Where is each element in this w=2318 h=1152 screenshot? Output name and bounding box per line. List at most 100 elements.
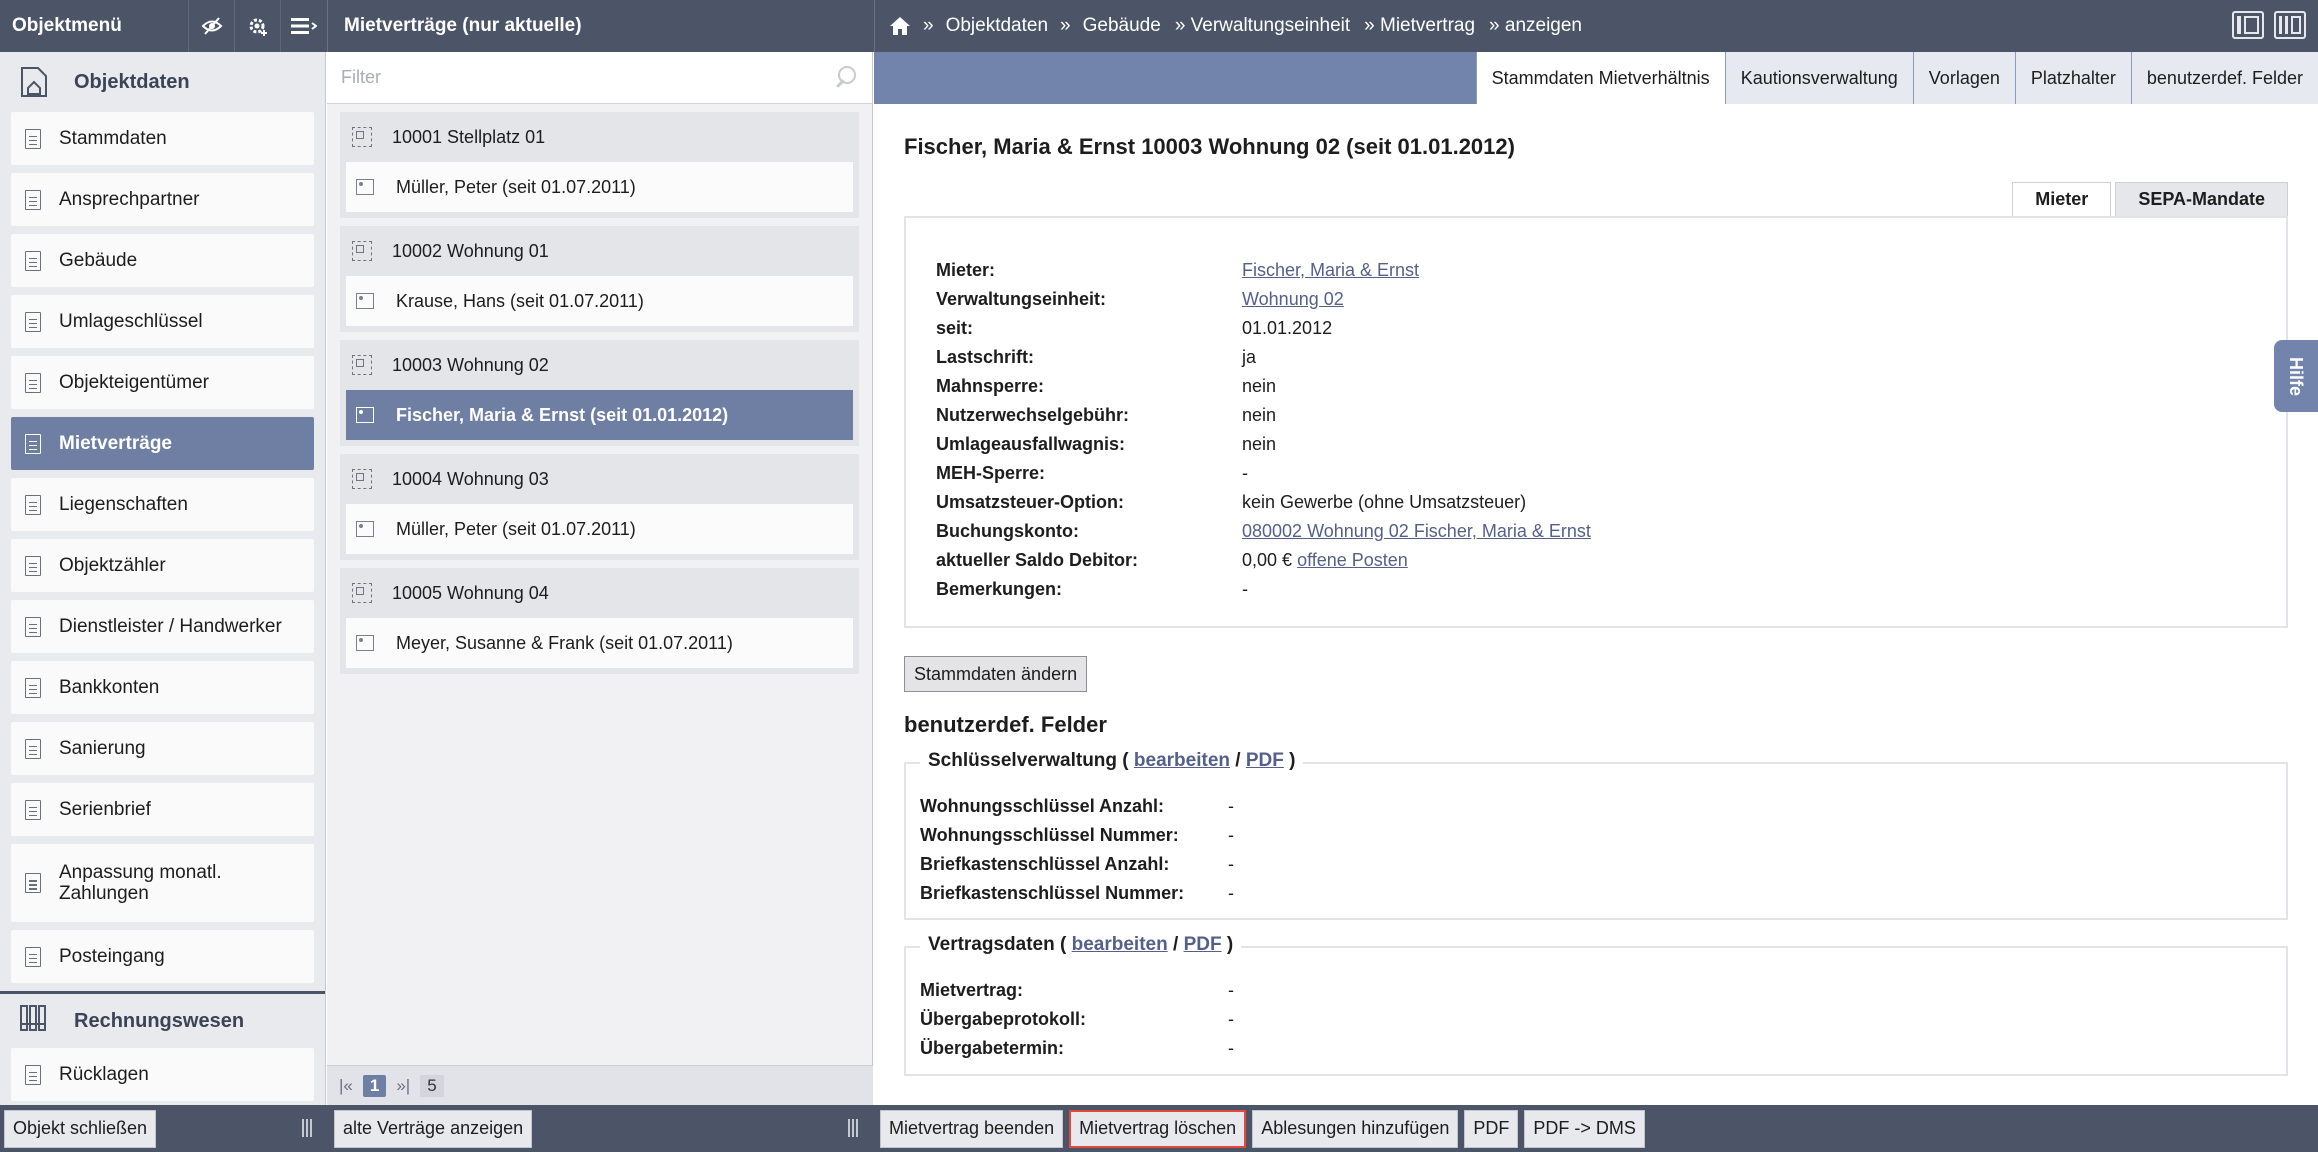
pdf-keys-link[interactable]: PDF <box>1246 750 1284 771</box>
resize-handle-icon[interactable] <box>848 1119 862 1137</box>
edit-keys-link[interactable]: bearbeiten <box>1134 750 1230 771</box>
sidebar-item-dienstleister[interactable]: Dienstleister / Handwerker <box>11 600 314 653</box>
edit-master-data-button[interactable]: Stammdaten ändern <box>904 656 1088 692</box>
unit-row[interactable]: 10004 Wohnung 03 <box>340 454 859 504</box>
help-tab[interactable]: Hilfe <box>2274 340 2318 412</box>
detail-row-verwaltungseinheit: Verwaltungseinheit: Wohnung 02 <box>936 289 1344 309</box>
eye-slash-icon[interactable] <box>188 0 234 52</box>
sidebar-item-anpassung-zahlungen[interactable]: Anpassung monatl. Zahlungen <box>11 844 314 922</box>
breadcrumb-gebaeude[interactable]: Gebäude <box>1083 15 1161 37</box>
detail-row-buchungskonto: Buchungskonto: 080002 Wohnung 02 Fischer,… <box>936 521 1591 541</box>
person-card-icon <box>356 635 374 651</box>
pagination: |« 1 »| 5 <box>327 1065 873 1105</box>
account-link[interactable]: 080002 Wohnung 02 Fischer, Maria & Ernst <box>1242 521 1591 541</box>
tenant-row[interactable]: Krause, Hans (seit 01.07.2011) <box>346 276 853 326</box>
sidebar-item-objektzaehler[interactable]: Objektzähler <box>11 539 314 592</box>
detail-row-saldo: aktueller Saldo Debitor: 0,00 € offene Po… <box>936 550 1408 570</box>
sidebar-item-stammdaten[interactable]: Stammdaten <box>11 112 314 165</box>
sidebar-item-liegenschaften[interactable]: Liegenschaften <box>11 478 314 531</box>
unit-link[interactable]: Wohnung 02 <box>1242 289 1344 309</box>
balance-value: 0,00 € <box>1242 550 1293 570</box>
pdf-to-dms-button[interactable]: PDF -> DMS <box>1524 1109 1645 1148</box>
search-icon[interactable] <box>834 66 856 88</box>
detail-row-umlageausfallwagnis: Umlageausfallwagnis: nein <box>936 434 1277 454</box>
binder-icon <box>20 1005 48 1037</box>
tab-platzhalter[interactable]: Platzhalter <box>2014 52 2131 104</box>
sidebar-item-ansprechpartner[interactable]: Ansprechpartner <box>11 173 314 226</box>
end-contract-button[interactable]: Mietvertrag beenden <box>880 1109 1064 1148</box>
unit-icon <box>352 583 372 603</box>
tenant-link[interactable]: Fischer, Maria & Ernst <box>1242 260 1419 280</box>
pdf-button[interactable]: PDF <box>1464 1109 1519 1148</box>
unit-row[interactable]: 10002 Wohnung 01 <box>340 226 859 276</box>
home-icon[interactable] <box>889 16 911 36</box>
main-content: Stammdaten Mietverhältnis Kautionsverwal… <box>874 52 2318 1105</box>
sidebar-item-posteingang[interactable]: Posteingang <box>11 930 314 983</box>
tenant-row[interactable]: Meyer, Susanne & Frank (seit 01.07.2011) <box>346 618 853 668</box>
document-icon <box>25 677 41 698</box>
show-old-contracts-button[interactable]: alte Verträge anzeigen <box>334 1109 533 1148</box>
document-icon <box>25 799 41 820</box>
sidebar-item-gebaeude[interactable]: Gebäude <box>11 234 314 287</box>
breadcrumb-mietvertrag[interactable]: » Mietvertrag <box>1364 15 1475 37</box>
section-rechnungswesen[interactable]: Rechnungswesen <box>0 994 325 1048</box>
person-card-icon <box>356 293 374 309</box>
custom-fields-title: benutzerdef. Felder <box>904 712 1107 737</box>
detail-row-mieter: Mieter: Fischer, Maria & Ernst <box>936 260 1420 280</box>
close-object-button[interactable]: Objekt schließen <box>4 1109 157 1148</box>
list-menu-icon[interactable] <box>280 0 326 52</box>
add-readings-button[interactable]: Ablesungen hinzufügen <box>1252 1109 1459 1148</box>
list-item: 10001 Stellplatz 01 Müller, Peter (seit … <box>340 112 859 218</box>
layout-three-col-icon[interactable] <box>2274 11 2306 39</box>
filter-input[interactable] <box>341 67 781 88</box>
list-item: 10003 Wohnung 02 Fischer, Maria & Ernst … <box>340 340 859 446</box>
document-icon <box>25 311 41 332</box>
unit-row[interactable]: 10003 Wohnung 02 <box>340 340 859 390</box>
sidebar-item-sanierung[interactable]: Sanierung <box>11 722 314 775</box>
breadcrumb-verwaltungseinheit[interactable]: » Verwaltungseinheit <box>1175 15 1350 37</box>
open-items-link[interactable]: offene Posten <box>1297 550 1408 570</box>
resize-handle-icon[interactable] <box>302 1119 316 1137</box>
breadcrumb-objektdaten[interactable]: Objektdaten <box>946 15 1048 37</box>
tab-vorlagen[interactable]: Vorlagen <box>1912 52 2015 104</box>
field-row: Wohnungsschlüssel Anzahl: - <box>920 796 1234 816</box>
contract-list-title: Mietverträge (nur aktuelle) <box>344 15 582 36</box>
unit-row[interactable]: 10005 Wohnung 04 <box>340 568 859 618</box>
tab-stammdaten-mietverhaeltnis[interactable]: Stammdaten Mietverhältnis <box>1475 52 1725 104</box>
sidebar-item-bankkonten[interactable]: Bankkonten <box>11 661 314 714</box>
sidebar-item-mietvertraege[interactable]: Mietverträge <box>11 417 314 470</box>
delete-contract-button[interactable]: Mietvertrag löschen <box>1069 1109 1247 1148</box>
sub-tabs: Mieter SEPA-Mandate <box>2012 182 2288 216</box>
tab-benutzerdef-felder[interactable]: benutzerdef. Felder <box>2130 52 2318 104</box>
pager-last[interactable]: »| <box>396 1076 410 1096</box>
section-objektdaten[interactable]: Objektdaten <box>0 52 325 112</box>
sidebar-item-ruecklagen[interactable]: Rücklagen <box>11 1048 314 1101</box>
pdf-contract-link[interactable]: PDF <box>1184 934 1222 955</box>
detail-row-nutzerwechselgebuehr: Nutzerwechselgebühr: nein <box>936 405 1277 425</box>
bottom-right-actions: Mietvertrag beenden Mietvertrag löschen … <box>876 1105 1645 1152</box>
tenant-row-selected[interactable]: Fischer, Maria & Ernst (seit 01.01.2012) <box>346 390 853 440</box>
edit-contract-link[interactable]: bearbeiten <box>1072 934 1168 955</box>
subtab-sepa-mandate[interactable]: SEPA-Mandate <box>2115 182 2288 216</box>
gear-plus-icon[interactable] <box>234 0 280 52</box>
sidebar-item-umlageschluessel[interactable]: Umlageschlüssel <box>11 295 314 348</box>
sidebar-item-serienbrief[interactable]: Serienbrief <box>11 783 314 836</box>
tenant-row[interactable]: Müller, Peter (seit 01.07.2011) <box>346 162 853 212</box>
sidebar-item-objekteigentuemer[interactable]: Objekteigentümer <box>11 356 314 409</box>
field-row: Wohnungsschlüssel Nummer: - <box>920 825 1234 845</box>
fieldset-rows: Wohnungsschlüssel Anzahl: - Wohnungsschlü… <box>920 792 1234 908</box>
pager-current-page[interactable]: 1 <box>362 1074 387 1097</box>
subtab-mieter[interactable]: Mieter <box>2012 182 2112 216</box>
layout-two-col-icon[interactable] <box>2232 11 2264 39</box>
breadcrumb-separator: » <box>923 15 934 36</box>
detail-row-seit: seit: 01.01.2012 <box>936 318 1333 338</box>
tenant-row[interactable]: Müller, Peter (seit 01.07.2011) <box>346 504 853 554</box>
person-card-icon <box>356 407 374 423</box>
unit-row[interactable]: 10001 Stellplatz 01 <box>340 112 859 162</box>
tab-kautionsverwaltung[interactable]: Kautionsverwaltung <box>1724 52 1913 104</box>
pager-first[interactable]: |« <box>339 1076 353 1096</box>
list-item: 10002 Wohnung 01 Krause, Hans (seit 01.0… <box>340 226 859 332</box>
breadcrumb: » Objektdaten » Gebäude » Verwaltungsein… <box>874 0 2318 52</box>
document-icon <box>25 433 41 454</box>
field-row: Übergabetermin: - <box>920 1038 1234 1058</box>
